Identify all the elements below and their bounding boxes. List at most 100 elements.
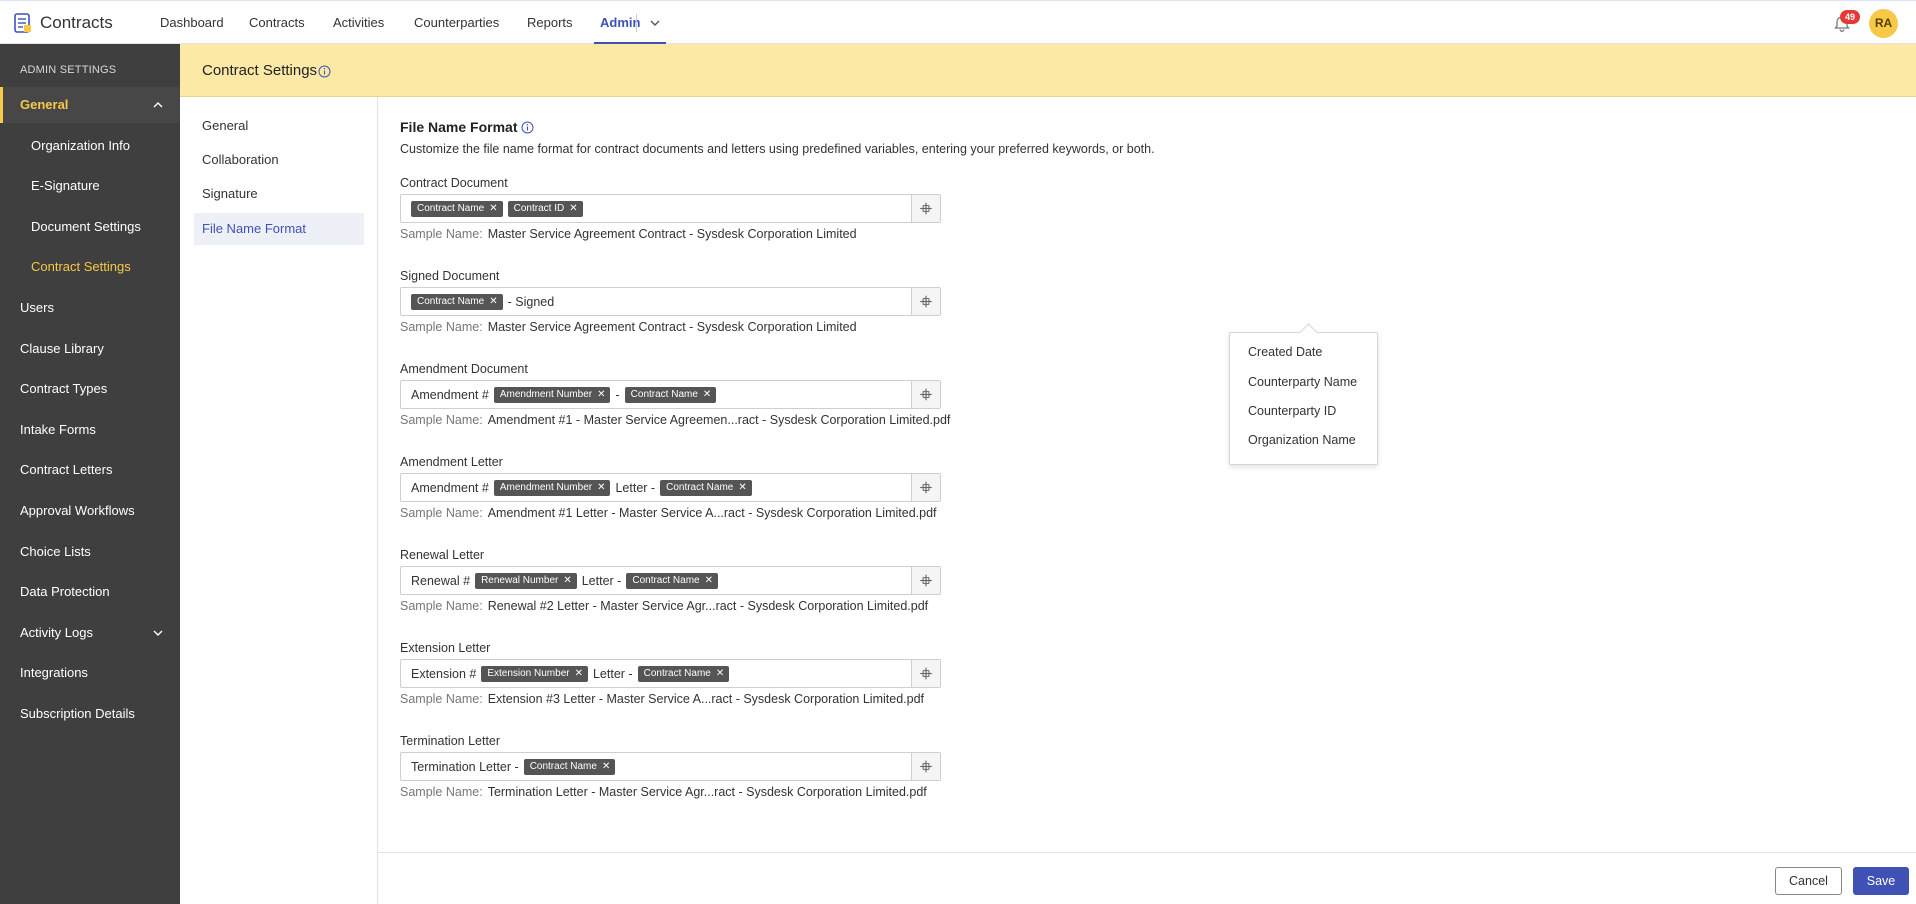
- sidebar-item-document-settings[interactable]: Document Settings: [0, 209, 180, 245]
- save-button[interactable]: Save: [1853, 867, 1909, 895]
- sidebar-item-general[interactable]: General: [0, 87, 180, 123]
- sidebar-item-choice-lists[interactable]: Choice Lists: [0, 534, 180, 570]
- format-tokens: Termination Letter - Contract Name ✕: [411, 753, 616, 780]
- add-variable-icon[interactable]: [911, 381, 940, 408]
- subnav-signature[interactable]: Signature: [194, 178, 364, 210]
- chip-label: Contract Name: [417, 296, 485, 307]
- sidebar-item-organization-info[interactable]: Organization Info: [0, 128, 180, 164]
- sample-label: Sample Name:: [400, 413, 483, 427]
- settings-subnav: General Collaboration Signature File Nam…: [180, 97, 378, 904]
- sample-label: Sample Name:: [400, 599, 483, 613]
- nav-divider: [636, 14, 637, 32]
- sidebar-item-intake-forms[interactable]: Intake Forms: [0, 412, 180, 448]
- format-text: Amendment #: [411, 480, 489, 495]
- remove-chip-icon[interactable]: ✕: [575, 668, 583, 679]
- sidebar-item-users[interactable]: Users: [0, 290, 180, 326]
- sample-label: Sample Name:: [400, 227, 483, 241]
- dropdown-option-counterparty-id[interactable]: Counterparty ID: [1248, 404, 1336, 418]
- chevron-down-icon: [153, 630, 163, 636]
- app-logo[interactable]: Contracts: [14, 11, 113, 35]
- chevron-up-icon: [153, 102, 163, 108]
- format-tokens: Amendment # Amendment Number ✕ - Contract Na…: [411, 381, 717, 408]
- sample-name: Sample Name: Amendment #1 Letter - Master…: [400, 506, 937, 520]
- add-variable-icon[interactable]: [911, 660, 940, 687]
- format-tokens: Extension # Extension Number ✕ Letter - Cont…: [411, 660, 730, 687]
- add-variable-icon[interactable]: [911, 288, 940, 315]
- user-avatar[interactable]: RA: [1869, 9, 1898, 38]
- remove-chip-icon[interactable]: ✕: [569, 203, 577, 214]
- add-variable-icon[interactable]: [911, 567, 940, 594]
- remove-chip-icon[interactable]: ✕: [705, 575, 713, 586]
- sidebar-item-subscription-details[interactable]: Subscription Details: [0, 696, 180, 732]
- dropdown-option-counterparty-name[interactable]: Counterparty Name: [1248, 375, 1357, 389]
- sample-name: Sample Name: Renewal #2 Letter - Master S…: [400, 599, 928, 613]
- format-input[interactable]: Amendment # Amendment Number ✕ - Contract Na…: [400, 380, 941, 409]
- chip-label: Contract Name: [643, 668, 711, 679]
- sidebar-item-contract-letters[interactable]: Contract Letters: [0, 452, 180, 488]
- remove-chip-icon[interactable]: ✕: [489, 203, 497, 214]
- chip-label: Renewal Number: [481, 575, 559, 586]
- format-text: Letter -: [592, 666, 633, 681]
- subnav-collaboration[interactable]: Collaboration: [194, 144, 364, 176]
- dropdown-option-created-date[interactable]: Created Date: [1248, 345, 1322, 359]
- subnav-general[interactable]: General: [194, 110, 364, 142]
- sidebar-item-contract-settings[interactable]: Contract Settings: [0, 249, 180, 285]
- sidebar-item-e-signature[interactable]: E-Signature: [0, 168, 180, 204]
- format-input[interactable]: Renewal # Renewal Number ✕ Letter - Contract…: [400, 566, 941, 595]
- info-icon[interactable]: [318, 65, 331, 78]
- format-input[interactable]: Termination Letter - Contract Name ✕: [400, 752, 941, 781]
- sidebar-item-data-protection[interactable]: Data Protection: [0, 574, 180, 610]
- add-variable-icon[interactable]: [911, 474, 940, 501]
- nav-dashboard[interactable]: Dashboard: [160, 1, 224, 44]
- sample-label: Sample Name:: [400, 506, 483, 520]
- remove-chip-icon[interactable]: ✕: [716, 668, 724, 679]
- format-input[interactable]: Contract Name ✕ Contract ID ✕: [400, 194, 941, 223]
- format-input[interactable]: Extension # Extension Number ✕ Letter - Cont…: [400, 659, 941, 688]
- add-variable-icon[interactable]: [911, 753, 940, 780]
- chip-label: Contract ID: [513, 203, 565, 214]
- remove-chip-icon[interactable]: ✕: [597, 389, 605, 400]
- sample-name: Sample Name: Master Service Agreement Con…: [400, 320, 857, 334]
- format-text: -: [615, 387, 620, 402]
- format-tokens: Renewal # Renewal Number ✕ Letter - Contract…: [411, 567, 718, 594]
- sidebar-item-approval-workflows[interactable]: Approval Workflows: [0, 493, 180, 529]
- remove-chip-icon[interactable]: ✕: [489, 296, 497, 307]
- sample-label: Sample Name:: [400, 320, 483, 334]
- info-icon[interactable]: [521, 121, 534, 134]
- dropdown-option-organization-name[interactable]: Organization Name: [1248, 433, 1356, 447]
- cancel-button[interactable]: Cancel: [1775, 867, 1842, 895]
- nav-contracts[interactable]: Contracts: [249, 1, 305, 44]
- field-label: Contract Document: [400, 176, 508, 190]
- field-label: Renewal Letter: [400, 548, 485, 562]
- remove-chip-icon[interactable]: ✕: [602, 761, 610, 772]
- sidebar-item-integrations[interactable]: Integrations: [0, 655, 180, 691]
- variable-chip: Extension Number ✕: [481, 665, 588, 682]
- sample-name: Sample Name: Master Service Agreement Con…: [400, 227, 857, 241]
- remove-chip-icon[interactable]: ✕: [703, 389, 711, 400]
- sample-name: Sample Name: Termination Letter - Master …: [400, 785, 927, 799]
- sample-value: Amendment #1 Letter - Master Service A..…: [487, 506, 937, 520]
- add-variable-icon[interactable]: [911, 195, 940, 222]
- top-nav: Contracts Dashboard Contracts Activities…: [0, 0, 1916, 44]
- chip-label: Contract Name: [529, 761, 597, 772]
- sidebar-item-activity-logs[interactable]: Activity Logs: [0, 615, 180, 651]
- format-input[interactable]: Amendment # Amendment Number ✕ Letter - Cont…: [400, 473, 941, 502]
- remove-chip-icon[interactable]: ✕: [738, 482, 746, 493]
- format-input[interactable]: Contract Name ✕ - Signed: [400, 287, 941, 316]
- action-footer: Cancel Save: [378, 852, 1916, 904]
- chip-label: Extension Number: [487, 668, 570, 679]
- sidebar-item-label: Activity Logs: [20, 625, 93, 640]
- chevron-down-icon[interactable]: [647, 14, 663, 32]
- nav-reports[interactable]: Reports: [527, 1, 573, 44]
- file-name-format-panel: File Name Format Customize the file name…: [378, 97, 1916, 852]
- sample-value: Extension #3 Letter - Master Service A..…: [487, 692, 924, 706]
- sidebar-item-clause-library[interactable]: Clause Library: [0, 331, 180, 367]
- remove-chip-icon[interactable]: ✕: [597, 482, 605, 493]
- nav-counterparties[interactable]: Counterparties: [414, 1, 499, 44]
- remove-chip-icon[interactable]: ✕: [563, 575, 571, 586]
- nav-activities[interactable]: Activities: [333, 1, 384, 44]
- sidebar-item-contract-types[interactable]: Contract Types: [0, 371, 180, 407]
- sample-value: Termination Letter - Master Service Agr.…: [487, 785, 927, 799]
- subnav-file-name-format[interactable]: File Name Format: [194, 213, 364, 245]
- sample-name: Sample Name: Amendment #1 - Master Servic…: [400, 413, 950, 427]
